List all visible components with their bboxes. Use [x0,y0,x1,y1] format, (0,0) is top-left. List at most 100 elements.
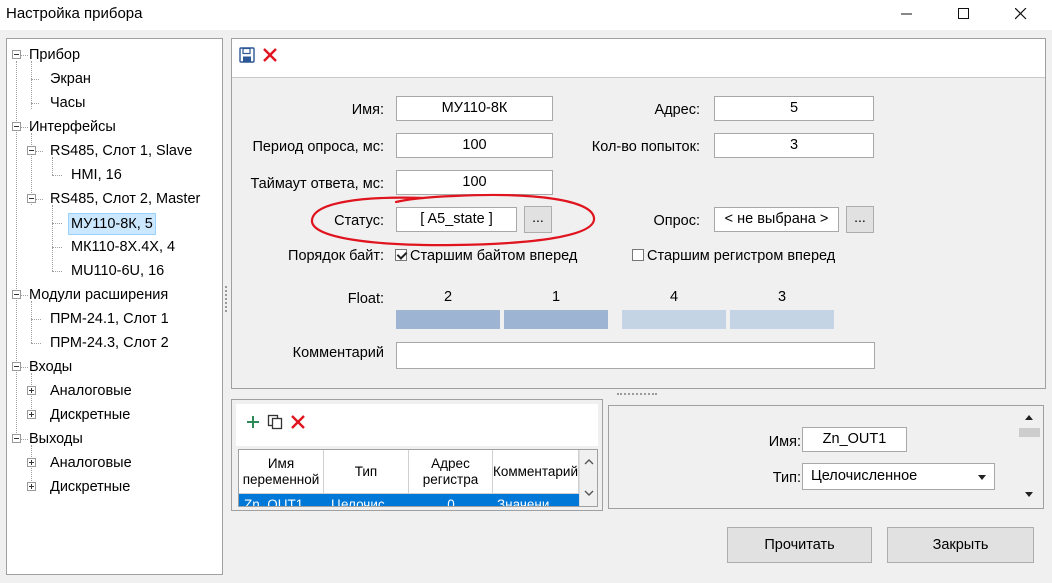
tree-item-extension-modules[interactable]: Модули расширения [29,285,168,305]
collapse-toggle-icon[interactable] [12,290,21,299]
address-label: Адрес: [654,102,700,118]
tree-connector [31,319,41,320]
tree-item-hmi[interactable]: HMI, 16 [71,165,122,185]
variable-name-field[interactable]: Zn_OUT1 [802,427,907,452]
scroll-down-icon[interactable] [584,490,594,497]
maximize-icon [958,8,969,19]
tree-item-inputs[interactable]: Входы [29,357,72,377]
collapse-toggle-icon[interactable] [27,194,36,203]
collapse-toggle-icon[interactable] [12,434,21,443]
horizontal-splitter[interactable] [617,393,657,395]
tree-item-screen[interactable]: Экран [50,69,91,89]
tree-item-mu110-8k[interactable]: МУ110-8К, 5 [68,213,156,235]
poll-period-field[interactable]: 100 [396,133,553,158]
float-byte-1-bar[interactable] [396,310,500,329]
variable-type-select[interactable]: Целочисленное [802,463,995,490]
scroll-thumb[interactable] [1019,428,1040,437]
scroll-up-icon[interactable] [1024,414,1034,421]
float-byte-4-bar[interactable] [730,310,834,329]
tree-connector [21,55,28,56]
variables-panel: Имя переменной Тип Адрес регистра Коммен… [231,399,603,511]
cell-comment: Значени [497,497,550,507]
tree-item-outputs-discrete[interactable]: Дискретные [50,477,130,497]
save-icon[interactable] [239,47,255,63]
high-byte-first-checkbox[interactable]: Старшим байтом вперед [395,248,577,264]
tree-item-inputs-discrete[interactable]: Дискретные [50,405,130,425]
tree-connector [31,343,41,344]
expand-toggle-icon[interactable] [27,410,36,419]
poll-browse-button[interactable]: ... [846,206,874,233]
device-tree[interactable]: Прибор Экран Часы Интерфейсы RS485, Слот… [6,38,223,575]
close-window-button[interactable] [998,0,1044,30]
tree-item-prm-24-1[interactable]: ПРМ-24.1, Слот 1 [50,309,169,329]
close-button[interactable]: Закрыть [887,527,1034,563]
settings-toolbar [232,39,1045,78]
variables-toolbar [236,404,598,446]
table-scrollbar[interactable] [579,450,597,506]
column-header-address[interactable]: Адрес регистра [409,450,493,494]
tree-item-clock[interactable]: Часы [50,93,85,113]
tree-connector [31,301,32,343]
checkbox-unchecked-icon [632,249,644,261]
column-header-type[interactable]: Тип [324,450,409,494]
variables-table[interactable]: Имя переменной Тип Адрес регистра Коммен… [238,449,598,507]
annotation-circle [310,193,596,247]
cell-type: Целочис [331,497,385,507]
expand-toggle-icon[interactable] [27,482,36,491]
tree-connector [52,175,62,176]
collapse-toggle-icon[interactable] [12,50,21,59]
cell-address: 0 [447,497,455,507]
tree-connector [16,61,17,437]
add-icon[interactable] [246,415,260,429]
poll-field[interactable]: < не выбрана > [714,207,839,232]
tree-connector [21,439,28,440]
tree-connector [36,151,43,152]
delete-icon[interactable] [290,414,306,430]
tree-item-inputs-analog[interactable]: Аналоговые [50,381,132,401]
float-byte-3-label: 4 [669,289,679,305]
copy-icon[interactable] [267,414,283,430]
high-register-first-checkbox[interactable]: Старшим регистром вперед [632,248,835,264]
tree-item-device[interactable]: Прибор [29,45,80,65]
retries-field[interactable]: 3 [714,133,874,158]
column-header-label: Адрес регистра [422,455,479,487]
tree-item-rs485-slot2[interactable]: RS485, Слот 2, Master [50,189,200,209]
tree-item-interfaces[interactable]: Интерфейсы [29,117,116,137]
vertical-splitter[interactable] [225,286,227,312]
name-label: Имя: [351,102,384,118]
expand-toggle-icon[interactable] [27,458,36,467]
variable-name-label: Имя: [768,434,801,450]
float-byte-3-bar[interactable] [622,310,726,329]
high-byte-first-label: Старшим байтом вперед [410,248,578,264]
tree-item-outputs[interactable]: Выходы [29,429,83,449]
scroll-up-icon[interactable] [584,458,594,465]
column-header-name[interactable]: Имя переменной [239,450,324,494]
read-button[interactable]: Прочитать [727,527,872,563]
tree-item-outputs-analog[interactable]: Аналоговые [50,453,132,473]
scroll-down-icon[interactable] [1024,491,1034,498]
detail-scrollbar[interactable] [1014,406,1043,508]
tree-item-mu110-6u[interactable]: MU110-6U, 16 [71,261,164,281]
delete-icon[interactable] [262,47,278,63]
tree-item-rs485-slot1[interactable]: RS485, Слот 1, Slave [50,141,192,161]
collapse-toggle-icon[interactable] [12,362,21,371]
collapse-toggle-icon[interactable] [12,122,21,131]
expand-toggle-icon[interactable] [27,386,36,395]
minimize-button[interactable] [884,0,930,30]
tree-connector [52,205,53,271]
float-byte-2-bar[interactable] [504,310,608,329]
tree-connector [21,367,28,368]
maximize-button[interactable] [941,0,987,30]
poll-label: Опрос: [653,213,700,229]
column-header-label: Комментарий [493,463,579,479]
float-label: Float: [347,291,384,307]
address-field[interactable]: 5 [714,96,874,121]
column-header-comment[interactable]: Комментарий [493,450,579,494]
name-field[interactable]: МУ110-8К [396,96,553,121]
collapse-toggle-icon[interactable] [27,146,36,155]
tree-item-prm-24-3[interactable]: ПРМ-24.3, Слот 2 [50,333,169,353]
comment-field[interactable] [396,342,875,369]
byte-order-label: Порядок байт: [288,248,384,264]
tree-item-mk110[interactable]: МК110-8Х.4Х, 4 [71,237,175,257]
poll-period-label: Период опроса, мс: [252,139,384,155]
